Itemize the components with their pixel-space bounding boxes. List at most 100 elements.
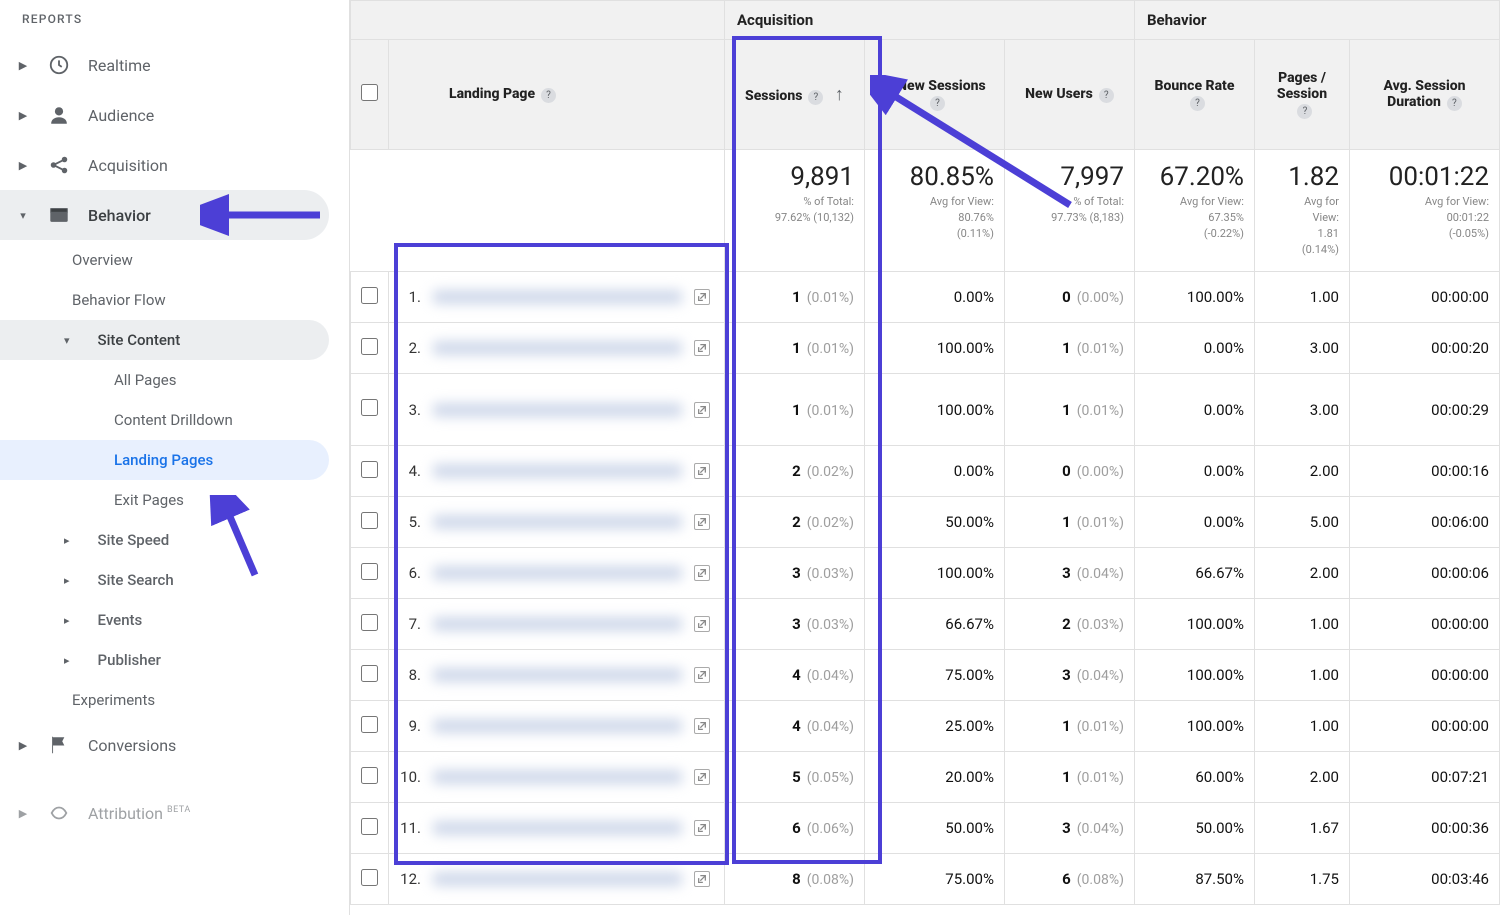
landing-page-cell[interactable]: 2.	[399, 339, 714, 357]
table-row[interactable]: 1.1(0.01%)0.00%0(0.00%)100.00%1.0000:00:…	[351, 272, 1500, 323]
table-row[interactable]: 3.1(0.01%)100.00%1(0.01%)0.00%3.0000:00:…	[351, 374, 1500, 446]
sidebar-item-all-pages[interactable]: All Pages	[0, 360, 329, 400]
open-external-icon[interactable]	[694, 871, 710, 887]
landing-page-cell[interactable]: 10.	[399, 768, 714, 786]
sidebar-item-label: Exit Pages	[114, 491, 184, 509]
landing-page-cell[interactable]: 3.	[399, 401, 714, 419]
help-icon[interactable]: ?	[1099, 88, 1114, 103]
sidebar-item-attribution[interactable]: ▶ AttributionBETA	[0, 788, 329, 838]
sidebar-item-behavior[interactable]: ▾ Behavior	[0, 190, 329, 240]
table-row[interactable]: 9.4(0.04%)25.00%1(0.01%)100.00%1.0000:00…	[351, 701, 1500, 752]
select-all-checkbox[interactable]	[361, 84, 378, 101]
open-external-icon[interactable]	[694, 340, 710, 356]
open-external-icon[interactable]	[694, 514, 710, 530]
sidebar-item-site-speed[interactable]: ▸ Site Speed	[0, 520, 329, 560]
row-checkbox[interactable]	[361, 399, 378, 416]
sidebar-item-site-content[interactable]: ▾ Site Content	[0, 320, 329, 360]
row-checkbox[interactable]	[361, 338, 378, 355]
help-icon[interactable]: ?	[930, 96, 945, 111]
open-external-icon[interactable]	[694, 667, 710, 683]
row-checkbox[interactable]	[361, 512, 378, 529]
sidebar-item-site-search[interactable]: ▸ Site Search	[0, 560, 329, 600]
landing-page-link[interactable]	[433, 290, 682, 304]
row-checkbox[interactable]	[361, 563, 378, 580]
col-avg-session-duration[interactable]: Avg. Session Duration?	[1349, 40, 1499, 150]
row-checkbox[interactable]	[361, 665, 378, 682]
table-row[interactable]: 8.4(0.04%)75.00%3(0.04%)100.00%1.0000:00…	[351, 650, 1500, 701]
landing-page-cell[interactable]: 5.	[399, 513, 714, 531]
col-group-behavior: Behavior	[1134, 1, 1499, 40]
landing-page-cell[interactable]: 1.	[399, 288, 714, 306]
sidebar-item-experiments[interactable]: Experiments	[0, 680, 329, 720]
row-checkbox[interactable]	[361, 461, 378, 478]
open-external-icon[interactable]	[694, 820, 710, 836]
landing-page-cell[interactable]: 9.	[399, 717, 714, 735]
open-external-icon[interactable]	[694, 289, 710, 305]
col-landing-page[interactable]: Landing Page?	[389, 40, 725, 150]
open-external-icon[interactable]	[694, 565, 710, 581]
help-icon[interactable]: ?	[1190, 96, 1205, 111]
sidebar-item-behavior-flow[interactable]: Behavior Flow	[0, 280, 329, 320]
sidebar-item-acquisition[interactable]: ▶ Acquisition	[0, 140, 329, 190]
sidebar-item-publisher[interactable]: ▸ Publisher	[0, 640, 329, 680]
landing-page-link[interactable]	[433, 403, 682, 417]
sidebar-item-exit-pages[interactable]: Exit Pages	[0, 480, 329, 520]
open-external-icon[interactable]	[694, 718, 710, 734]
open-external-icon[interactable]	[694, 402, 710, 418]
cell-duration: 00:03:46	[1349, 854, 1499, 905]
table-row[interactable]: 12.8(0.08%)75.00%6(0.08%)87.50%1.7500:03…	[351, 854, 1500, 905]
landing-page-cell[interactable]: 8.	[399, 666, 714, 684]
landing-page-link[interactable]	[433, 566, 682, 580]
landing-page-link[interactable]	[433, 464, 682, 478]
cell-duration: 00:00:00	[1349, 272, 1499, 323]
table-row[interactable]: 4.2(0.02%)0.00%0(0.00%)0.00%2.0000:00:16	[351, 446, 1500, 497]
landing-page-cell[interactable]: 11.	[399, 819, 714, 837]
col-pages-per-session[interactable]: Pages / Session?	[1254, 40, 1349, 150]
help-icon[interactable]: ?	[1447, 96, 1462, 111]
landing-page-link[interactable]	[433, 872, 682, 886]
landing-page-link[interactable]	[433, 341, 682, 355]
help-icon[interactable]: ?	[1297, 104, 1312, 119]
table-row[interactable]: 6.3(0.03%)100.00%3(0.04%)66.67%2.0000:00…	[351, 548, 1500, 599]
sidebar-item-events[interactable]: ▸ Events	[0, 600, 329, 640]
help-icon[interactable]: ?	[808, 90, 823, 105]
sidebar-item-conversions[interactable]: ▶ Conversions	[0, 720, 329, 770]
sidebar-item-audience[interactable]: ▶ Audience	[0, 90, 329, 140]
landing-page-link[interactable]	[433, 668, 682, 682]
col-new-users[interactable]: New Users?	[1004, 40, 1134, 150]
landing-page-link[interactable]	[433, 515, 682, 529]
landing-page-link[interactable]	[433, 617, 682, 631]
col-sessions[interactable]: Sessions? ↑	[724, 40, 864, 150]
table-row[interactable]: 7.3(0.03%)66.67%2(0.03%)100.00%1.0000:00…	[351, 599, 1500, 650]
sidebar-item-content-drilldown[interactable]: Content Drilldown	[0, 400, 329, 440]
table-row[interactable]: 5.2(0.02%)50.00%1(0.01%)0.00%5.0000:06:0…	[351, 497, 1500, 548]
table-row[interactable]: 10.5(0.05%)20.00%1(0.01%)60.00%2.0000:07…	[351, 752, 1500, 803]
open-external-icon[interactable]	[694, 769, 710, 785]
row-checkbox[interactable]	[361, 287, 378, 304]
open-external-icon[interactable]	[694, 463, 710, 479]
landing-page-link[interactable]	[433, 719, 682, 733]
col-bounce-rate[interactable]: Bounce Rate?	[1134, 40, 1254, 150]
landing-page-link[interactable]	[433, 821, 682, 835]
open-external-icon[interactable]	[694, 616, 710, 632]
help-icon[interactable]: ?	[541, 88, 556, 103]
cell-bounce-rate: 0.00%	[1134, 374, 1254, 446]
col-new-sessions-pct[interactable]: % New Sessions?	[864, 40, 1004, 150]
sidebar-item-landing-pages[interactable]: Landing Pages	[0, 440, 329, 480]
landing-page-cell[interactable]: 7.	[399, 615, 714, 633]
cell-new-users: 1(0.01%)	[1004, 374, 1134, 446]
landing-page-cell[interactable]: 4.	[399, 462, 714, 480]
table-row[interactable]: 11.6(0.06%)50.00%3(0.04%)50.00%1.6700:00…	[351, 803, 1500, 854]
landing-page-link[interactable]	[433, 770, 682, 784]
cell-new-users: 2(0.03%)	[1004, 599, 1134, 650]
landing-page-cell[interactable]: 12.	[399, 870, 714, 888]
sidebar-item-realtime[interactable]: ▶ Realtime	[0, 40, 329, 90]
row-checkbox[interactable]	[361, 869, 378, 886]
landing-page-cell[interactable]: 6.	[399, 564, 714, 582]
row-checkbox[interactable]	[361, 767, 378, 784]
sidebar-item-overview[interactable]: Overview	[0, 240, 329, 280]
table-row[interactable]: 2.1(0.01%)100.00%1(0.01%)0.00%3.0000:00:…	[351, 323, 1500, 374]
row-checkbox[interactable]	[361, 818, 378, 835]
row-checkbox[interactable]	[361, 614, 378, 631]
row-checkbox[interactable]	[361, 716, 378, 733]
